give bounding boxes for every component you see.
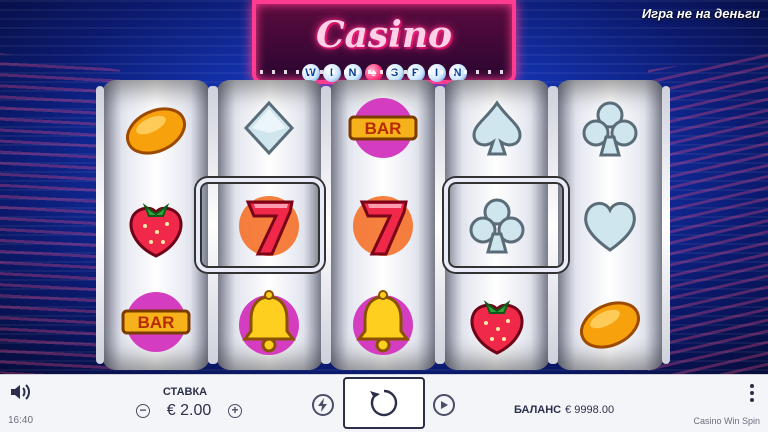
sound-button[interactable] bbox=[8, 381, 32, 403]
bottom-toolbar: 16:40 СТАВКА − € 2.00 + БАЛАНС € 9998.00 … bbox=[0, 374, 768, 432]
reel-5 bbox=[550, 80, 670, 370]
reel-cell bbox=[556, 80, 664, 177]
stake-value: € 2.00 bbox=[166, 402, 212, 419]
svg-text:BAR: BAR bbox=[365, 119, 402, 138]
club-icon bbox=[575, 93, 645, 163]
clock: 16:40 bbox=[8, 415, 34, 426]
strawberry-icon bbox=[121, 190, 191, 260]
seven-icon bbox=[348, 190, 418, 260]
bell-icon bbox=[234, 287, 304, 357]
balance-label: БАЛАНС bbox=[514, 404, 562, 416]
menu-button[interactable] bbox=[748, 383, 756, 403]
play-icon bbox=[441, 401, 448, 409]
autoplay-button[interactable] bbox=[433, 394, 455, 416]
reel-cell: BAR bbox=[102, 273, 210, 370]
lightning-icon bbox=[318, 398, 327, 412]
game-stage: Casino W I N ♠ S P I N Игра не на деньги… bbox=[0, 0, 768, 374]
spin-arrow-icon bbox=[370, 389, 398, 417]
reel-cell bbox=[329, 273, 437, 370]
balance-value: € 9998.00 bbox=[565, 404, 615, 416]
game-logo: Casino W I N ♠ S P I N bbox=[252, 0, 516, 84]
game-name: Casino Win Spin bbox=[693, 416, 760, 426]
win-highlight-frame bbox=[444, 178, 568, 272]
logo-casino-text: Casino bbox=[315, 14, 453, 56]
stake-label: СТАВКА bbox=[162, 386, 208, 398]
bell-icon bbox=[348, 287, 418, 357]
orange-icon bbox=[121, 93, 191, 163]
reel-1: BAR bbox=[96, 80, 216, 370]
stake-increase-button[interactable]: + bbox=[228, 404, 242, 418]
spade-icon bbox=[462, 93, 532, 163]
balance-display: БАЛАНС € 9998.00 bbox=[514, 404, 614, 416]
reel-cell bbox=[102, 80, 210, 177]
strawberry-icon bbox=[462, 287, 532, 357]
menu-dot-icon bbox=[750, 384, 754, 388]
reel-cell bbox=[443, 273, 551, 370]
reel-set: BAR BAR bbox=[96, 80, 670, 370]
spin-button[interactable] bbox=[343, 377, 425, 429]
menu-dot-icon bbox=[750, 398, 754, 402]
heart-icon bbox=[575, 190, 645, 260]
stake-decrease-button[interactable]: − bbox=[136, 404, 150, 418]
reel-3: BAR bbox=[323, 80, 443, 370]
reel-cell: BAR bbox=[329, 80, 437, 177]
stake-control: − € 2.00 + bbox=[136, 402, 242, 420]
reel-cell bbox=[102, 177, 210, 274]
svg-text:BAR: BAR bbox=[137, 313, 174, 332]
marquee-lights bbox=[260, 70, 508, 74]
bar-icon: BAR bbox=[121, 287, 191, 357]
free-play-notice: Игра не на деньги bbox=[641, 6, 760, 21]
reel-cell bbox=[216, 273, 324, 370]
turbo-button[interactable] bbox=[312, 394, 334, 416]
diamond-icon bbox=[234, 93, 304, 163]
orange-icon bbox=[575, 287, 645, 357]
menu-dot-icon bbox=[750, 391, 754, 395]
reel-cell bbox=[556, 177, 664, 274]
reel-cell bbox=[329, 177, 437, 274]
reel-cell bbox=[443, 80, 551, 177]
win-highlight-frame bbox=[196, 178, 324, 272]
reel-cell bbox=[216, 80, 324, 177]
bar-icon: BAR bbox=[348, 93, 418, 163]
speaker-icon bbox=[11, 384, 30, 400]
reel-cell bbox=[556, 273, 664, 370]
